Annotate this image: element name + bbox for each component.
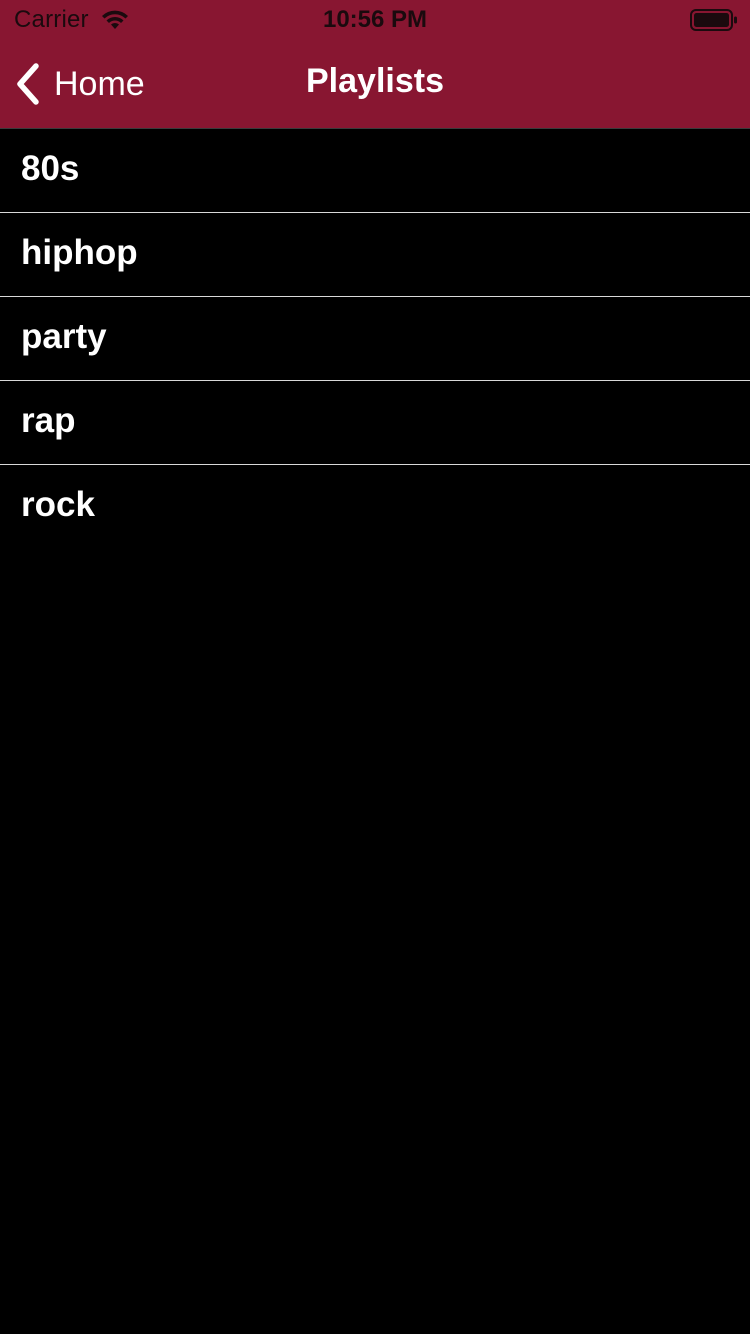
playlist-label: rock: [21, 485, 95, 524]
playlist-row-party[interactable]: party: [0, 297, 750, 381]
status-bar: Carrier 10:56 PM: [0, 0, 750, 40]
playlist-row-rock[interactable]: rock: [0, 465, 750, 548]
navigation-bar: Home Playlists: [0, 40, 750, 128]
status-time: 10:56 PM: [322, 6, 428, 33]
page-title: Playlists: [306, 62, 444, 100]
playlist-label: hiphop: [21, 233, 138, 272]
playlist-row-hiphop[interactable]: hiphop: [0, 213, 750, 297]
top-bar: Carrier 10:56 PM Home Playlists: [0, 0, 750, 128]
playlist-label: rap: [21, 401, 76, 440]
playlist-label: 80s: [21, 149, 80, 188]
playlist-list: 80s hiphop party rap rock: [0, 129, 750, 548]
playlist-row-rap[interactable]: rap: [0, 381, 750, 465]
battery-icon: [690, 9, 737, 31]
screen: Carrier 10:56 PM Home Playlists 80s hiph…: [0, 0, 750, 1334]
playlist-label: party: [21, 317, 107, 356]
playlist-row-80s[interactable]: 80s: [0, 129, 750, 213]
